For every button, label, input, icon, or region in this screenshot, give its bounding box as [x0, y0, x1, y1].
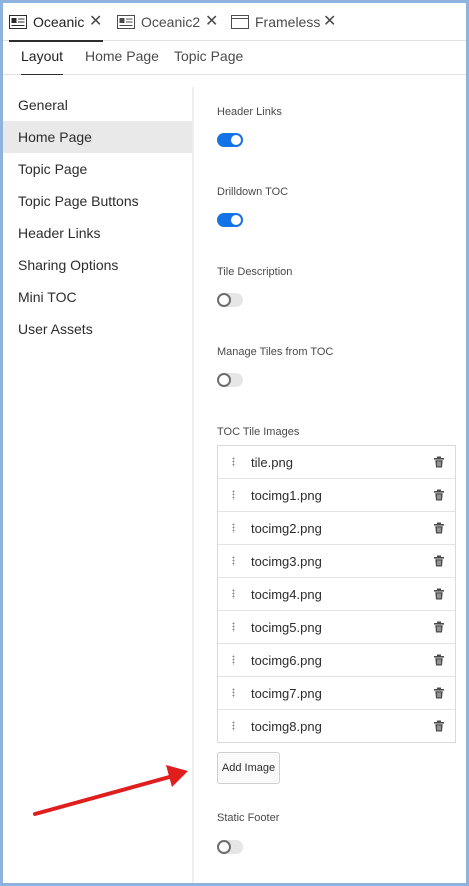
trash-icon[interactable] — [433, 687, 445, 699]
list-item[interactable]: tocimg8.png — [218, 710, 455, 743]
tab-oceanic2[interactable]: Oceanic2 ✕ — [117, 3, 218, 41]
document-tab-icon — [9, 15, 27, 29]
tab-label: Frameless — [255, 14, 321, 30]
home-page-settings: Header Links Drilldown TOC Tile Descript… — [194, 75, 466, 883]
tab-oceanic[interactable]: Oceanic ✕ — [9, 3, 103, 42]
toggle-knob — [217, 373, 231, 387]
list-item[interactable]: tocimg7.png — [218, 677, 455, 710]
image-file-name: tocimg6.png — [251, 653, 322, 668]
nav-item-sharing-options[interactable]: Sharing Options — [3, 249, 192, 281]
trash-icon[interactable] — [433, 720, 445, 732]
manage-tiles-label: Manage Tiles from TOC — [217, 346, 334, 358]
trash-icon[interactable] — [433, 621, 445, 633]
toggle-knob — [231, 135, 241, 145]
nav-item-user-assets[interactable]: User Assets — [3, 313, 192, 345]
toggle-knob — [217, 293, 231, 307]
tile-description-label: Tile Description — [217, 266, 293, 278]
drag-handle-icon[interactable] — [232, 688, 235, 698]
list-item[interactable]: tocimg2.png — [218, 512, 455, 545]
document-tab-bar: Oceanic ✕ Oceanic2 ✕ Frameless ✕ — [3, 3, 466, 42]
image-file-name: tile.png — [251, 455, 293, 470]
image-file-name: tocimg3.png — [251, 554, 322, 569]
tile-description-toggle[interactable] — [217, 293, 243, 307]
list-item[interactable]: tile.png — [218, 446, 455, 479]
tab-frameless[interactable]: Frameless ✕ — [231, 3, 336, 41]
list-item[interactable]: tocimg4.png — [218, 578, 455, 611]
add-image-button[interactable]: Add Image — [217, 752, 280, 784]
drag-handle-icon[interactable] — [232, 589, 235, 599]
trash-icon[interactable] — [433, 522, 445, 534]
drag-handle-icon[interactable] — [232, 556, 235, 566]
manage-tiles-toggle[interactable] — [217, 373, 243, 387]
document-tab-icon — [117, 15, 135, 29]
tab-topic-page[interactable]: Topic Page — [174, 48, 243, 75]
nav-item-header-links[interactable]: Header Links — [3, 217, 192, 249]
image-file-name: tocimg1.png — [251, 488, 322, 503]
image-file-name: tocimg2.png — [251, 521, 322, 536]
image-file-name: tocimg4.png — [251, 587, 322, 602]
drag-handle-icon[interactable] — [232, 457, 235, 467]
list-item[interactable]: tocimg3.png — [218, 545, 455, 578]
drag-handle-icon[interactable] — [232, 523, 235, 533]
drag-handle-icon[interactable] — [232, 490, 235, 500]
static-footer-toggle[interactable] — [217, 840, 243, 854]
tab-label: Oceanic2 — [141, 14, 201, 30]
trash-icon[interactable] — [433, 456, 445, 468]
nav-item-home-page[interactable]: Home Page — [3, 121, 192, 153]
drag-handle-icon[interactable] — [232, 655, 235, 665]
toggle-knob — [231, 215, 241, 225]
window-icon — [231, 15, 249, 29]
trash-icon[interactable] — [433, 588, 445, 600]
settings-nav: General Home Page Topic Page Topic Page … — [3, 75, 192, 883]
panel-frame: Oceanic ✕ Oceanic2 ✕ Frameless ✕ Layout … — [3, 3, 466, 883]
nav-item-topic-page-buttons[interactable]: Topic Page Buttons — [3, 185, 192, 217]
drilldown-toc-label: Drilldown TOC — [217, 186, 289, 198]
nav-item-mini-toc[interactable]: Mini TOC — [3, 281, 192, 313]
tab-home-page[interactable]: Home Page — [85, 48, 159, 75]
nav-item-general[interactable]: General — [3, 89, 192, 121]
close-icon[interactable]: ✕ — [89, 14, 102, 30]
toc-tile-images-label: TOC Tile Images — [217, 426, 300, 438]
nav-item-topic-page[interactable]: Topic Page — [3, 153, 192, 185]
list-item[interactable]: tocimg5.png — [218, 611, 455, 644]
tab-label: Oceanic — [33, 14, 85, 30]
drilldown-toc-toggle[interactable] — [217, 213, 243, 227]
image-file-name: tocimg7.png — [251, 686, 322, 701]
trash-icon[interactable] — [433, 555, 445, 567]
header-links-toggle[interactable] — [217, 133, 243, 147]
trash-icon[interactable] — [433, 654, 445, 666]
list-item[interactable]: tocimg6.png — [218, 644, 455, 677]
list-item[interactable]: tocimg1.png — [218, 479, 455, 512]
toggle-knob — [217, 840, 231, 854]
toc-tile-image-list: tile.png tocimg1.png tocimg2.png tocimg3… — [217, 445, 456, 743]
static-footer-label: Static Footer — [217, 812, 280, 824]
settings-tab-bar: Layout Home Page Topic Page — [3, 41, 466, 76]
trash-icon[interactable] — [433, 489, 445, 501]
tab-layout[interactable]: Layout — [21, 48, 64, 76]
close-icon[interactable]: ✕ — [323, 14, 336, 30]
header-links-label: Header Links — [217, 106, 282, 118]
image-file-name: tocimg5.png — [251, 620, 322, 635]
close-icon[interactable]: ✕ — [205, 14, 218, 30]
drag-handle-icon[interactable] — [232, 622, 235, 632]
image-file-name: tocimg8.png — [251, 719, 322, 734]
drag-handle-icon[interactable] — [232, 721, 235, 731]
